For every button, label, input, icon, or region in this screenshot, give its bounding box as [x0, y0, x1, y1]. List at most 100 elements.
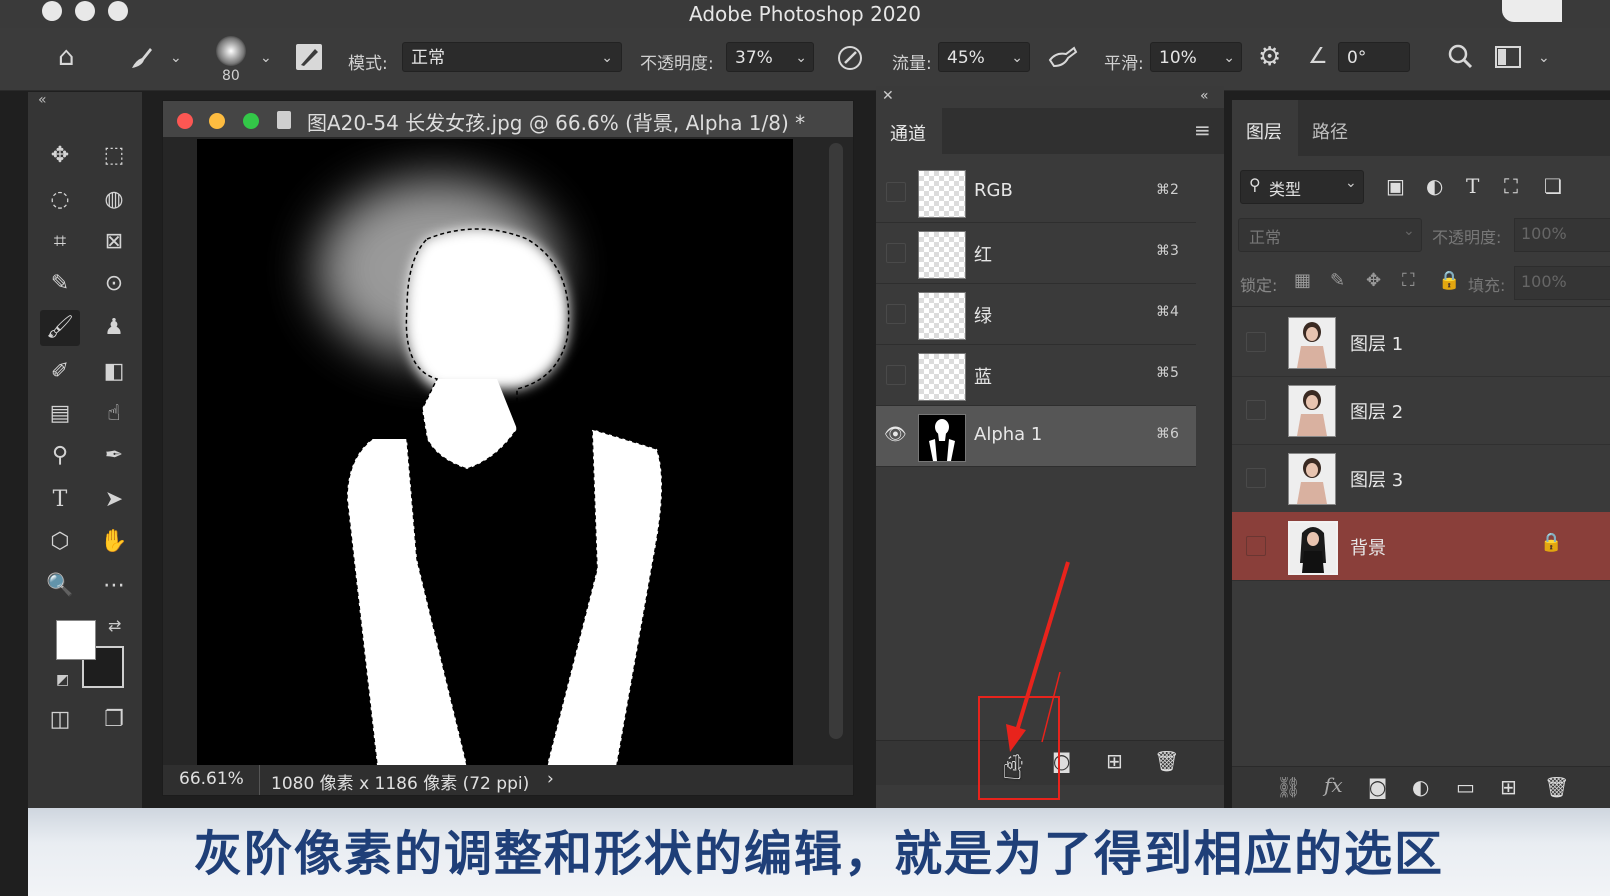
- pressure-opacity-icon[interactable]: [836, 44, 864, 78]
- opacity-field[interactable]: 37% ⌄: [726, 42, 814, 72]
- channel-row-blue[interactable]: 蓝 ⌘5: [876, 345, 1196, 406]
- home-icon[interactable]: ⌂: [58, 42, 75, 72]
- link-layers-icon[interactable]: ⛓: [1276, 775, 1301, 799]
- shape-tool-icon[interactable]: ⬡: [40, 524, 80, 560]
- layer-row[interactable]: 图层 3: [1232, 444, 1610, 513]
- lasso-tool-icon[interactable]: ◌: [40, 182, 80, 218]
- lock-transparent-icon[interactable]: ▦: [1294, 270, 1311, 291]
- layer-row-background[interactable]: 背景 🔒: [1232, 512, 1610, 581]
- chevron-down-icon[interactable]: ⌄: [170, 50, 182, 66]
- brush-preset-icon[interactable]: [128, 44, 156, 78]
- fx-icon[interactable]: fx: [1324, 773, 1343, 797]
- smudge-tool-icon[interactable]: ☝: [94, 396, 134, 432]
- tab-layers[interactable]: 图层: [1232, 100, 1298, 156]
- chevron-down-icon[interactable]: ⌄: [260, 50, 272, 66]
- document-tab[interactable]: 图A20-54 长发女孩.jpg @ 66.6% (背景, Alpha 1/8)…: [163, 101, 853, 137]
- fill-field[interactable]: 100%: [1514, 266, 1610, 300]
- visibility-toggle[interactable]: [1246, 536, 1266, 556]
- dodge-tool-icon[interactable]: ⚲: [40, 438, 80, 474]
- screen-mode-icon[interactable]: ❐: [94, 702, 134, 738]
- collapse-panel-icon[interactable]: «: [38, 92, 47, 108]
- brush-tool-icon[interactable]: 🖌: [40, 310, 80, 346]
- gear-icon[interactable]: ⚙: [1258, 42, 1281, 72]
- adjustment-layer-icon[interactable]: ◐: [1412, 775, 1429, 799]
- collapse-panel-icon[interactable]: «: [1200, 88, 1209, 104]
- add-mask-icon[interactable]: ◙: [1368, 775, 1387, 799]
- airbrush-icon[interactable]: [1046, 44, 1078, 78]
- channel-row-green[interactable]: 绿 ⌘4: [876, 284, 1196, 345]
- zoom-tool-icon[interactable]: 🔍: [40, 568, 80, 604]
- brush-tip-icon[interactable]: [216, 36, 246, 66]
- channel-row-alpha1[interactable]: 👁 Alpha 1 ⌘6: [876, 406, 1196, 467]
- eraser-tool-icon[interactable]: ◧: [94, 354, 134, 390]
- visibility-toggle[interactable]: [886, 182, 906, 202]
- lock-artboard-icon[interactable]: ⛶: [1402, 270, 1415, 291]
- quick-mask-icon[interactable]: ◫: [40, 702, 80, 738]
- filter-type-icon[interactable]: T: [1466, 174, 1479, 198]
- flow-field[interactable]: 45% ⌄: [938, 42, 1030, 72]
- panel-menu-icon[interactable]: ≡: [1194, 118, 1211, 142]
- lock-position-icon[interactable]: ✥: [1366, 270, 1381, 291]
- swap-colors-icon[interactable]: ⇄: [108, 616, 121, 635]
- visibility-toggle[interactable]: [1246, 332, 1266, 352]
- minimize-document-button[interactable]: [209, 113, 225, 129]
- workspace-icon[interactable]: [1494, 44, 1522, 76]
- pen-tool-icon[interactable]: ✒: [94, 438, 134, 474]
- clone-stamp-tool-icon[interactable]: ♟: [94, 310, 134, 346]
- new-layer-icon[interactable]: ⊞: [1500, 775, 1517, 799]
- crop-tool-icon[interactable]: ⌗: [40, 224, 80, 260]
- zoom-level[interactable]: 66.61%: [179, 769, 244, 789]
- maximize-document-button[interactable]: [243, 113, 259, 129]
- new-channel-icon[interactable]: ⊞: [1106, 749, 1123, 773]
- profile-icon[interactable]: [1502, 0, 1562, 22]
- vertical-scrollbar[interactable]: [829, 143, 843, 739]
- default-colors-icon[interactable]: ◩: [56, 672, 69, 688]
- visibility-toggle[interactable]: [1246, 468, 1266, 488]
- hand-tool-icon[interactable]: ✋: [94, 524, 134, 560]
- eye-icon[interactable]: 👁: [884, 424, 907, 445]
- layer-opacity-field[interactable]: 100%: [1514, 218, 1610, 252]
- document-info-arrow[interactable]: ›: [547, 769, 554, 789]
- lock-paint-icon[interactable]: ✎: [1330, 270, 1345, 291]
- new-group-icon[interactable]: ▭: [1456, 775, 1475, 799]
- angle-field[interactable]: 0°: [1338, 42, 1410, 72]
- channel-row-rgb[interactable]: RGB ⌘2: [876, 162, 1196, 223]
- close-document-button[interactable]: [177, 113, 193, 129]
- marquee-tool-icon[interactable]: ⬚: [94, 138, 134, 174]
- lock-all-icon[interactable]: 🔒: [1438, 270, 1460, 291]
- delete-layer-icon[interactable]: 🗑: [1544, 775, 1569, 799]
- history-brush-tool-icon[interactable]: ✐: [40, 354, 80, 390]
- foreground-color-swatch[interactable]: [56, 620, 96, 660]
- layer-row[interactable]: 图层 1: [1232, 308, 1610, 377]
- close-panel-icon[interactable]: ✕: [882, 88, 894, 104]
- type-tool-icon[interactable]: T: [40, 482, 80, 518]
- channel-row-red[interactable]: 红 ⌘3: [876, 223, 1196, 284]
- visibility-toggle[interactable]: [886, 365, 906, 385]
- visibility-toggle[interactable]: [886, 304, 906, 324]
- chevron-down-icon[interactable]: ⌄: [1538, 50, 1550, 66]
- gradient-tool-icon[interactable]: ▤: [40, 396, 80, 432]
- layer-row[interactable]: 图层 2: [1232, 376, 1610, 445]
- image-canvas[interactable]: [197, 139, 793, 765]
- filter-smart-object-icon[interactable]: ❏: [1544, 174, 1562, 198]
- tab-channels[interactable]: 通道: [876, 108, 942, 154]
- visibility-toggle[interactable]: [1246, 400, 1266, 420]
- quick-selection-tool-icon[interactable]: ◍: [94, 182, 134, 218]
- visibility-toggle[interactable]: [886, 243, 906, 263]
- blend-mode-select[interactable]: 正常 ⌄: [1238, 218, 1422, 252]
- more-tools-icon[interactable]: ⋯: [94, 568, 134, 604]
- delete-channel-icon[interactable]: 🗑: [1154, 749, 1179, 773]
- layer-filter-select[interactable]: ⚲ 类型 ⌄: [1240, 170, 1364, 204]
- brush-settings-icon[interactable]: [296, 44, 322, 70]
- spot-healing-tool-icon[interactable]: ⊙: [94, 266, 134, 302]
- smoothing-field[interactable]: 10% ⌄: [1150, 42, 1242, 72]
- filter-adjustment-icon[interactable]: ◐: [1426, 174, 1443, 198]
- path-selection-tool-icon[interactable]: ➤: [94, 482, 134, 518]
- eyedropper-tool-icon[interactable]: ✎: [40, 266, 80, 302]
- filter-shape-icon[interactable]: ⛶: [1504, 174, 1518, 198]
- search-icon[interactable]: [1446, 42, 1474, 76]
- filter-pixel-icon[interactable]: ▣: [1386, 174, 1405, 198]
- tab-paths[interactable]: 路径: [1298, 100, 1364, 156]
- frame-tool-icon[interactable]: ⊠: [94, 224, 134, 260]
- move-tool-icon[interactable]: ✥: [40, 138, 80, 174]
